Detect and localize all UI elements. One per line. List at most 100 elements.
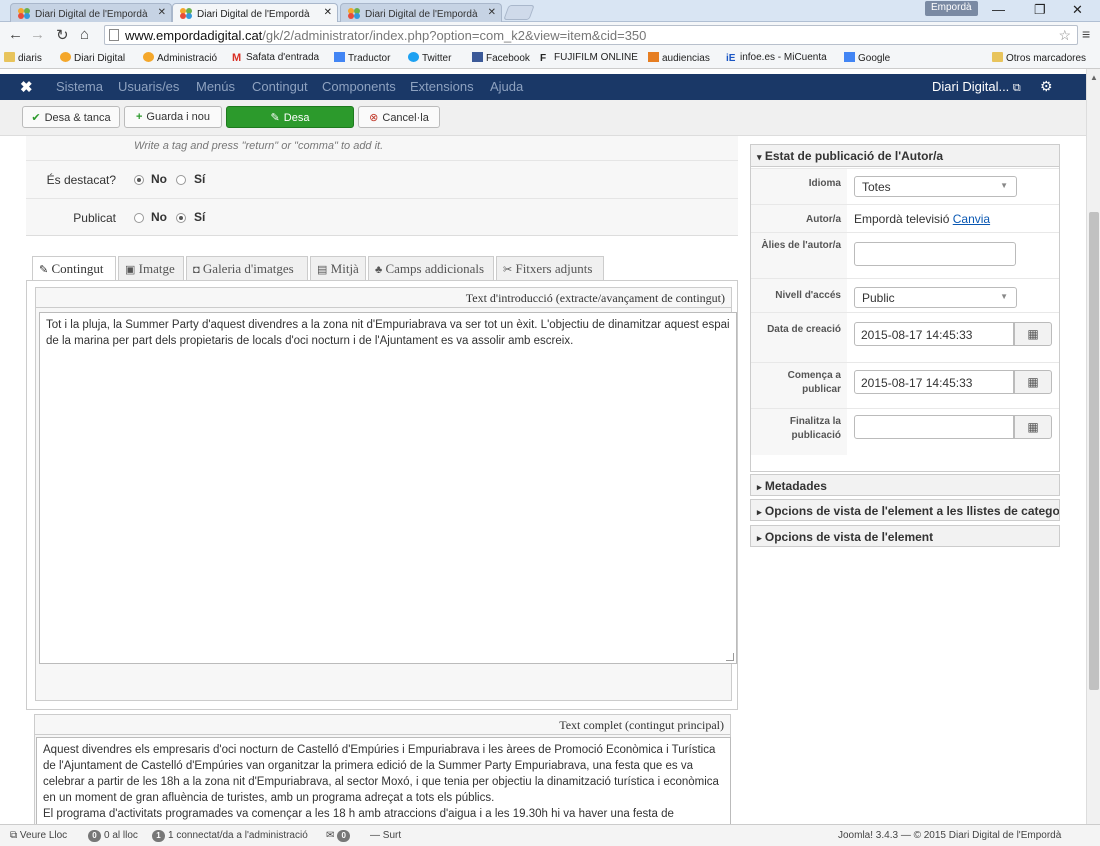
- item-view-accordion[interactable]: ▸ Opcions de vista de l'element: [750, 525, 1060, 547]
- featured-no-label[interactable]: No: [151, 172, 167, 186]
- publish-up-label: Comença a publicar: [751, 363, 847, 409]
- external-link-icon: ⧉: [10, 830, 18, 841]
- tab-close-icon[interactable]: ✕: [324, 7, 332, 18]
- new-tab-button[interactable]: [503, 5, 535, 20]
- nav-components[interactable]: Components: [322, 79, 396, 94]
- tab-galeria[interactable]: ◘ Galeria d'imatges: [186, 256, 308, 280]
- browser-tab-3[interactable]: Diari Digital de l'Empordà ✕: [340, 3, 502, 22]
- metadata-accordion[interactable]: ▸ Metadades: [750, 474, 1060, 496]
- scrollbar-thumb[interactable]: [1089, 212, 1099, 690]
- edit-icon: ✎: [270, 112, 280, 124]
- author-label: Autor/a: [751, 205, 847, 233]
- published-yes-radio[interactable]: [176, 213, 186, 223]
- logout-link[interactable]: — Surt: [370, 830, 401, 841]
- bookmark-star-icon[interactable]: ☆: [1058, 27, 1071, 44]
- browser-tab-2[interactable]: Diari Digital de l'Empordà ✕: [172, 3, 338, 23]
- bookmark-audiencias[interactable]: audiencias: [648, 52, 710, 64]
- language-select[interactable]: Totes ▼: [854, 176, 1017, 197]
- scroll-up-icon[interactable]: ▲: [1090, 73, 1098, 82]
- full-text-editor: Text complet (contingut principal) Aques…: [34, 714, 731, 834]
- access-select[interactable]: Public ▼: [854, 287, 1017, 308]
- bookmark-google[interactable]: Google: [844, 52, 890, 64]
- tab-camps-addicionals[interactable]: ♣ Camps addicionals: [368, 256, 494, 280]
- created-date-input[interactable]: 2015-08-17 14:45:33: [854, 322, 1014, 346]
- featured-yes-label[interactable]: Sí: [194, 172, 205, 186]
- reload-icon[interactable]: ↻: [56, 26, 69, 44]
- save-new-button[interactable]: + Guarda i nou: [124, 106, 222, 128]
- published-row: Publicat No Sí: [26, 198, 738, 236]
- nav-contingut[interactable]: Contingut: [252, 79, 308, 94]
- facebook-icon: [472, 52, 483, 62]
- minimize-icon[interactable]: —: [992, 2, 1005, 17]
- bookmark-fujifilm[interactable]: F FUJIFILM ONLINE: [540, 52, 638, 64]
- nav-usuaris[interactable]: Usuaris/es: [118, 79, 179, 94]
- minus-icon: —: [370, 830, 380, 841]
- nav-menus[interactable]: Menús: [196, 79, 235, 94]
- publish-up-input[interactable]: 2015-08-17 14:45:33: [854, 370, 1014, 394]
- tab-mitja[interactable]: ▤ Mitjà: [310, 256, 366, 280]
- category-list-view-accordion[interactable]: ▸ Opcions de vista de l'element a les ll…: [750, 499, 1060, 521]
- admins-status[interactable]: 11 connectat/da a l'administració: [152, 830, 308, 842]
- bookmarks-bar: diaris Diari Digital Administració M Safa…: [0, 48, 1100, 69]
- gear-icon[interactable]: ⚙: [1040, 78, 1053, 95]
- bookmark-diaris[interactable]: diaris: [4, 52, 42, 64]
- tab-contingut[interactable]: ✎ Contingut: [32, 256, 116, 281]
- nav-sistema[interactable]: Sistema: [56, 79, 103, 94]
- camera-icon: ◘: [193, 264, 200, 276]
- save-close-button[interactable]: ✔ Desa & tanca: [22, 106, 120, 128]
- bookmark-otros[interactable]: Otros marcadores: [992, 52, 1086, 64]
- nav-extensions[interactable]: Extensions: [410, 79, 474, 94]
- featured-yes-radio[interactable]: [176, 175, 186, 185]
- published-no-radio[interactable]: [134, 213, 144, 223]
- change-author-link[interactable]: Canvia: [953, 212, 990, 226]
- page-scrollbar[interactable]: ▲ ▼: [1086, 69, 1100, 846]
- cancel-button[interactable]: ⊗ Cancel·la: [358, 106, 440, 128]
- messages-status[interactable]: ✉ 0: [326, 830, 353, 842]
- url-input[interactable]: www.empordadigital.cat/gk/2/administrato…: [104, 25, 1078, 45]
- intro-text-area[interactable]: Tot i la pluja, la Summer Party d'aquest…: [39, 312, 737, 664]
- content-tabs: ✎ Contingut ▣ Imatge ◘ Galeria d'imatges…: [32, 256, 738, 281]
- calendar-icon[interactable]: ▦: [1014, 370, 1052, 394]
- publish-down-label: Finalitza la publicació: [751, 409, 847, 455]
- forward-arrow-icon[interactable]: →: [30, 26, 45, 43]
- close-window-icon[interactable]: ✕: [1072, 2, 1083, 18]
- tab-close-icon[interactable]: ✕: [488, 7, 496, 18]
- folder-icon: [4, 52, 15, 62]
- restore-icon[interactable]: ❐: [1034, 2, 1046, 18]
- bookmark-administracio[interactable]: Administració: [143, 52, 217, 64]
- published-no-label[interactable]: No: [151, 210, 167, 224]
- bookmark-twitter[interactable]: Twitter: [408, 52, 451, 64]
- featured-no-radio[interactable]: [134, 175, 144, 185]
- calendar-icon[interactable]: ▦: [1014, 322, 1052, 346]
- bookmark-safata[interactable]: M Safata d'entrada: [232, 52, 319, 64]
- browser-profile-badge[interactable]: Empordà: [925, 1, 978, 16]
- full-text-area[interactable]: Aquest divendres els empresaris d'oci no…: [36, 737, 731, 833]
- bookmark-infoe[interactable]: iE infoe.es - MiCuenta: [726, 52, 827, 64]
- bookmark-traductor[interactable]: Traductor: [334, 52, 390, 64]
- tab-fitxers-adjunts[interactable]: ✂ Fitxers adjunts: [496, 256, 604, 280]
- publishing-panel-header[interactable]: ▾ Estat de publicació de l'Autor/a: [751, 145, 1059, 167]
- published-yes-label[interactable]: Sí: [194, 210, 205, 224]
- calendar-icon[interactable]: ▦: [1014, 415, 1052, 439]
- save-button[interactable]: ✎ Desa: [226, 106, 354, 128]
- bookmark-diari-digital[interactable]: Diari Digital: [60, 52, 125, 64]
- joomla-icon: [60, 52, 71, 62]
- tab-close-icon[interactable]: ✕: [158, 7, 166, 18]
- resize-handle-icon[interactable]: [726, 653, 734, 661]
- nav-ajuda[interactable]: Ajuda: [490, 79, 523, 94]
- bookmark-facebook[interactable]: Facebook: [472, 52, 530, 64]
- view-site-link[interactable]: Diari Digital... ⧉: [932, 79, 1021, 95]
- caret-down-icon: ▼: [1000, 181, 1008, 190]
- visitors-status[interactable]: 00 al lloc: [88, 830, 138, 842]
- copyright-text: Joomla! 3.4.3 — © 2015 Diari Digital de …: [838, 830, 1062, 841]
- view-site-status-link[interactable]: ⧉ Veure Lloc: [10, 830, 67, 841]
- alias-input[interactable]: [854, 242, 1016, 266]
- browser-tab-1[interactable]: Diari Digital de l'Empordà ✕: [10, 3, 172, 22]
- browser-menu-icon[interactable]: ≡: [1082, 26, 1090, 42]
- home-icon[interactable]: ⌂: [80, 26, 89, 43]
- publish-down-row: Finalitza la publicació ▦: [751, 408, 1059, 455]
- joomla-logo-icon[interactable]: ✖: [20, 78, 33, 96]
- back-arrow-icon[interactable]: ←: [8, 26, 23, 43]
- tab-imatge[interactable]: ▣ Imatge: [118, 256, 184, 280]
- publish-down-input[interactable]: [854, 415, 1014, 439]
